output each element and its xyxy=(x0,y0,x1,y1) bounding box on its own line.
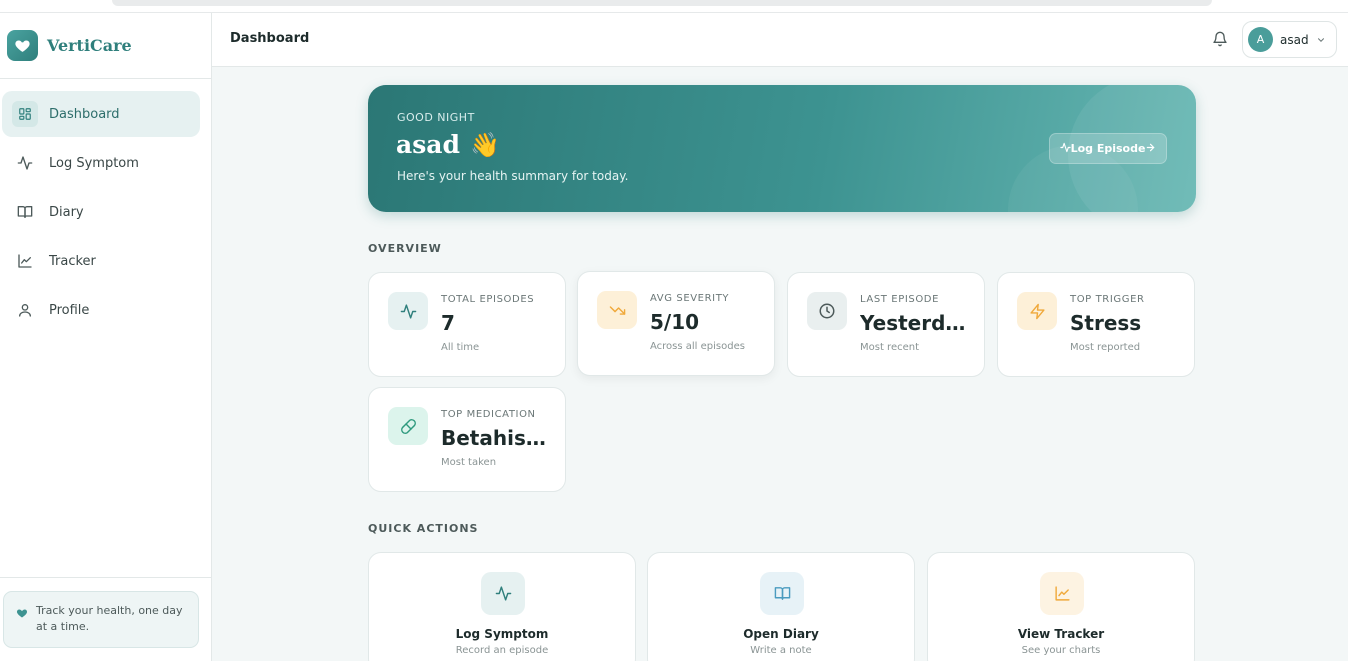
stat-card-top-medication: TOP MEDICATION Betahistine Most taken xyxy=(368,387,566,492)
line-chart-icon xyxy=(16,252,34,270)
stat-value: Yesterday xyxy=(860,311,970,335)
stat-card-last-episode: LAST EPISODE Yesterday Most recent xyxy=(787,272,985,377)
activity-icon xyxy=(16,154,34,172)
page-title: Dashboard xyxy=(230,31,310,46)
stat-card-top-trigger: TOP TRIGGER Stress Most reported xyxy=(997,272,1195,377)
stat-label: TOP MEDICATION xyxy=(441,409,536,420)
sidebar: VertiCare Dashboard Log Symptom Diary Tr… xyxy=(0,13,212,661)
grid-icon xyxy=(12,101,38,127)
log-episode-label: Log Episode xyxy=(1070,142,1146,155)
address-bar xyxy=(112,0,1212,6)
wave-emoji-icon: 👋 xyxy=(469,130,500,159)
stat-value: Betahistine xyxy=(441,426,551,450)
stat-value: 7 xyxy=(441,311,455,335)
chevron-down-icon xyxy=(1316,30,1326,49)
user-icon xyxy=(16,301,34,319)
sidebar-item-label: Tracker xyxy=(49,253,96,269)
pill-icon xyxy=(388,407,428,445)
user-menu-button[interactable]: A asad xyxy=(1242,21,1337,58)
lightning-icon xyxy=(1017,292,1057,330)
tip-text: Track your health, one day at a time. xyxy=(36,604,183,633)
heart-logo-icon xyxy=(7,30,38,61)
user-name: asad xyxy=(1280,32,1309,47)
pulse-icon xyxy=(1059,142,1071,156)
activity-icon xyxy=(481,572,525,615)
avatar: A xyxy=(1248,27,1273,52)
sidebar-item-label: Log Symptom xyxy=(49,155,139,171)
stat-card-total-episodes: TOTAL EPISODES 7 All time xyxy=(368,272,566,377)
sidebar-item-profile[interactable]: Profile xyxy=(2,287,200,333)
arrow-right-icon xyxy=(1145,142,1156,156)
stat-sub: All time xyxy=(441,342,480,353)
overview-heading: OVERVIEW xyxy=(368,242,442,255)
sidebar-item-label: Diary xyxy=(49,204,84,220)
sidebar-item-diary[interactable]: Diary xyxy=(2,189,200,235)
sidebar-item-dashboard[interactable]: Dashboard xyxy=(2,91,200,137)
stat-sub: Most reported xyxy=(1070,342,1141,353)
sidebar-item-log-symptom[interactable]: Log Symptom xyxy=(2,140,200,186)
quick-action-log-symptom[interactable]: Log Symptom Record an episode xyxy=(368,552,636,661)
heart-icon xyxy=(16,604,28,647)
book-icon xyxy=(16,203,34,221)
stat-label: LAST EPISODE xyxy=(860,294,940,305)
stat-label: TOP TRIGGER xyxy=(1070,294,1145,305)
log-episode-button[interactable]: Log Episode xyxy=(1049,133,1167,164)
action-title: Log Symptom xyxy=(455,627,549,641)
activity-icon xyxy=(388,292,428,330)
brand-name: VertiCare xyxy=(47,36,132,55)
action-subtitle: Write a note xyxy=(750,645,812,656)
user-first-name: asad xyxy=(396,130,460,159)
brand[interactable]: VertiCare xyxy=(0,13,211,79)
sidebar-item-label: Dashboard xyxy=(49,106,120,122)
topbar: Dashboard A asad xyxy=(212,13,1348,67)
action-subtitle: Record an episode xyxy=(455,645,549,656)
action-subtitle: See your charts xyxy=(1021,645,1101,656)
stat-label: TOTAL EPISODES xyxy=(441,294,535,305)
greeting-banner: GOOD NIGHT asad 👋 Here's your health sum… xyxy=(368,85,1196,212)
quick-action-open-diary[interactable]: Open Diary Write a note xyxy=(647,552,915,661)
quick-actions-heading: QUICK ACTIONS xyxy=(368,522,479,535)
stat-sub: Most taken xyxy=(441,457,497,468)
quick-action-view-tracker[interactable]: View Tracker See your charts xyxy=(927,552,1195,661)
stat-sub: Across all episodes xyxy=(650,341,745,352)
sidebar-item-label: Profile xyxy=(49,302,90,318)
stat-value: Stress xyxy=(1070,311,1142,335)
greeting-label: GOOD NIGHT xyxy=(397,111,475,124)
trending-down-icon xyxy=(597,291,637,329)
bell-icon[interactable] xyxy=(1212,31,1230,49)
stat-sub: Most recent xyxy=(860,342,920,353)
browser-strip xyxy=(0,0,1348,13)
line-chart-icon xyxy=(1040,572,1084,615)
greeting-subtitle: Here's your health summary for today. xyxy=(397,169,629,183)
stat-label: AVG SEVERITY xyxy=(650,293,730,304)
sidebar-nav: Dashboard Log Symptom Diary Tracker Prof… xyxy=(0,79,211,333)
sidebar-footer: Track your health, one day at a time. xyxy=(0,577,211,661)
stat-value: 5/10 xyxy=(650,310,700,334)
greeting-name: asad 👋 xyxy=(396,130,500,159)
main-content: GOOD NIGHT asad 👋 Here's your health sum… xyxy=(368,85,1196,661)
tip-box: Track your health, one day at a time. xyxy=(3,591,199,648)
action-title: View Tracker xyxy=(1017,627,1105,641)
clock-icon xyxy=(807,292,847,330)
stat-card-avg-severity: AVG SEVERITY 5/10 Across all episodes xyxy=(577,271,775,376)
sidebar-item-tracker[interactable]: Tracker xyxy=(2,238,200,284)
book-icon xyxy=(760,572,804,615)
action-title: Open Diary xyxy=(743,627,819,641)
